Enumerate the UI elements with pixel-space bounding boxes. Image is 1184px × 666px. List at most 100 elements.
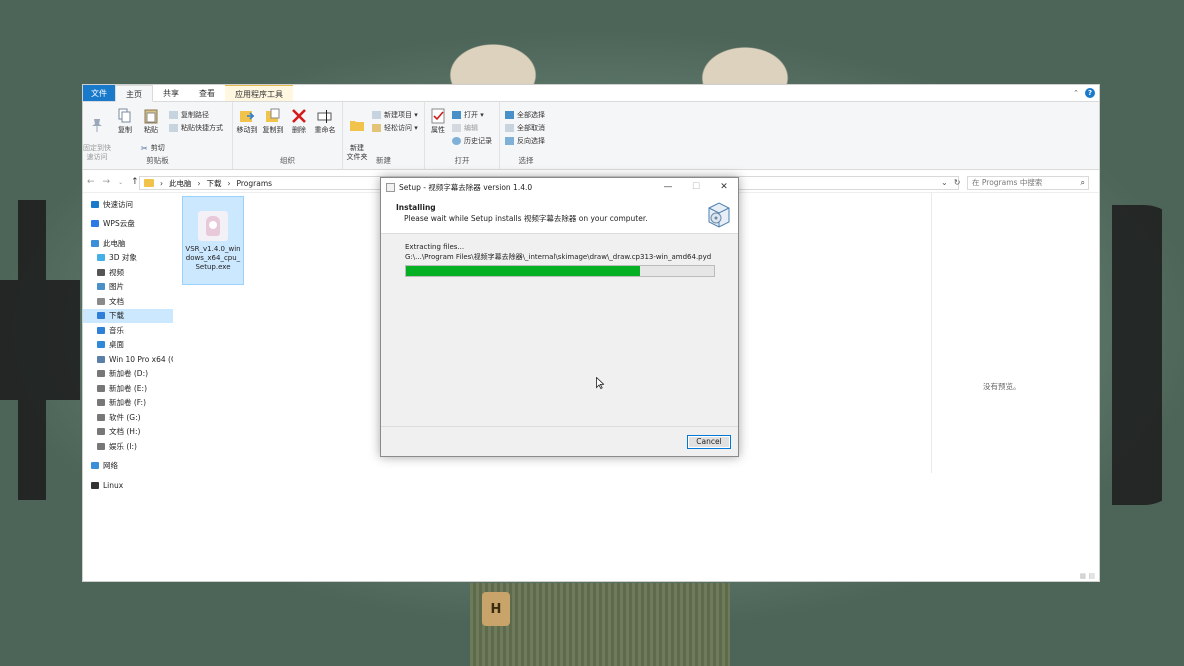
nav-item[interactable]: 新加卷 (F:): [83, 396, 173, 411]
nav-item[interactable]: 网络: [83, 459, 173, 474]
invert-selection-label: 反向选择: [517, 137, 545, 145]
extract-status-label: Extracting files...: [405, 243, 465, 251]
pin-quick-access-button[interactable]: 固定到快 速访问: [83, 108, 111, 162]
breadcrumb-this-pc[interactable]: 此电脑: [169, 178, 192, 189]
tab-view[interactable]: 查看: [189, 85, 225, 101]
file-item-setup-exe[interactable]: VSR_v1.4.0_win dows_x64_cpu_ Setup.exe: [182, 196, 244, 285]
history-button[interactable]: 历史记录: [452, 136, 492, 146]
music-icon: [97, 326, 105, 334]
dialog-title-bar[interactable]: Setup - 视频字幕去除器 version 1.4.0 — ☐ ✕: [381, 178, 738, 197]
nav-item-label: 视频: [109, 267, 124, 277]
collapse-ribbon-icon[interactable]: ⌃: [1073, 89, 1079, 97]
rename-button[interactable]: 重命名: [312, 108, 338, 135]
nav-item[interactable]: 下载: [83, 308, 173, 323]
select-none-button[interactable]: 全部取消: [505, 123, 545, 133]
history-icon: [452, 137, 461, 145]
cancel-button[interactable]: Cancel: [687, 435, 731, 449]
nav-item[interactable]: 快速访问: [83, 197, 173, 212]
tab-file[interactable]: 文件: [83, 85, 115, 101]
paste-button[interactable]: 粘贴: [140, 108, 162, 135]
view-toggle-icon[interactable]: ▦ ▤: [1080, 572, 1095, 580]
new-item-button[interactable]: 新建项目 ▾: [372, 110, 418, 120]
search-input[interactable]: 在 Programs 中搜索 ⌕: [967, 176, 1089, 190]
delete-button[interactable]: 删除: [288, 108, 310, 135]
address-dropdown-icon[interactable]: ⌄: [941, 178, 948, 187]
nav-item[interactable]: 新加卷 (E:): [83, 381, 173, 396]
nav-item[interactable]: 娱乐 (I:): [83, 439, 173, 454]
move-to-button[interactable]: 移动到: [235, 108, 259, 135]
nav-item[interactable]: 3D 对象: [83, 251, 173, 266]
nav-item[interactable]: 视频: [83, 265, 173, 280]
nav-item[interactable]: 文档 (H:): [83, 425, 173, 440]
select-all-button[interactable]: 全部选择: [505, 110, 545, 120]
nav-item-label: 文档 (H:): [109, 427, 141, 437]
open-button[interactable]: 打开 ▾: [452, 110, 484, 120]
forward-arrow-icon[interactable]: →: [103, 177, 111, 189]
drive-icon: [97, 384, 105, 392]
nav-item-label: Linux: [103, 480, 124, 490]
breadcrumb-programs[interactable]: Programs: [237, 179, 273, 188]
properties-button[interactable]: 属性: [427, 108, 449, 135]
select-group-label: 选择: [518, 156, 534, 165]
move-to-icon: [240, 111, 255, 122]
dropdown-chevron-icon[interactable]: ⌄: [118, 177, 123, 189]
ribbon-group-organize: 移动到 复制到 删除 重命名 组织: [233, 102, 343, 169]
nav-item-label: 软件 (G:): [109, 412, 141, 422]
tab-home[interactable]: 主页: [115, 85, 153, 102]
easy-access-button[interactable]: 轻松访问 ▾: [372, 123, 418, 133]
drive-icon: [97, 442, 105, 450]
nav-item[interactable]: Win 10 Pro x64 (C: [83, 352, 173, 367]
edit-label: 编辑: [464, 124, 478, 132]
ribbon: 固定到快 速访问 复制 粘贴 复制路径 粘贴快捷方式 ✂ 剪切 剪贴板 移动到 …: [83, 102, 1099, 170]
copy-to-button[interactable]: 复制到: [261, 108, 285, 135]
paste-shortcut-button[interactable]: 粘贴快捷方式: [169, 123, 223, 133]
nav-item[interactable]: Linux: [83, 478, 173, 493]
close-icon[interactable]: ✕: [710, 178, 738, 197]
refresh-icon[interactable]: ↻: [954, 178, 961, 187]
document-icon: [97, 297, 105, 305]
dialog-header: Installing Please wait while Setup insta…: [381, 197, 738, 234]
copy-button[interactable]: 复制: [114, 108, 136, 135]
nav-item[interactable]: 文档: [83, 294, 173, 309]
nav-item-label: 快速访问: [103, 199, 133, 209]
nav-item[interactable]: 软件 (G:): [83, 410, 173, 425]
nav-item[interactable]: 桌面: [83, 338, 173, 353]
nav-item[interactable]: 图片: [83, 280, 173, 295]
nav-item[interactable]: 此电脑: [83, 236, 173, 251]
nav-item[interactable]: WPS云盘: [83, 217, 173, 232]
nav-item-label: 新加卷 (D:): [109, 369, 149, 379]
tab-app-tools[interactable]: 应用程序工具: [225, 85, 293, 101]
ribbon-group-select: 全部选择 全部取消 反向选择 选择: [500, 102, 552, 169]
cut-button[interactable]: ✂ 剪切: [141, 143, 165, 153]
up-arrow-icon[interactable]: ↑: [131, 177, 139, 189]
new-folder-button[interactable]: 新建 文件夹: [345, 108, 369, 162]
tab-share[interactable]: 共享: [153, 85, 189, 101]
network-icon: [91, 462, 99, 470]
nav-item[interactable]: 音乐: [83, 323, 173, 338]
nav-item[interactable]: 新加卷 (D:): [83, 367, 173, 382]
easy-access-icon: [372, 124, 381, 132]
edit-button[interactable]: 编辑: [452, 123, 478, 133]
invert-selection-button[interactable]: 反向选择: [505, 136, 545, 146]
help-icon[interactable]: ?: [1085, 88, 1095, 98]
file-name-line: VSR_v1.4.0_win: [185, 245, 241, 253]
video-icon: [97, 268, 105, 276]
breadcrumb-downloads[interactable]: 下载: [207, 178, 222, 189]
nav-item-label: 文档: [109, 296, 124, 306]
drive-icon: [97, 399, 105, 407]
installing-subheading: Please wait while Setup installs 视频字幕去除器…: [404, 214, 648, 223]
delete-x-icon: [292, 109, 306, 123]
open-label: 打开 ▾: [464, 111, 484, 119]
paste-shortcut-icon: [169, 124, 178, 132]
move-to-label: 移动到: [236, 126, 258, 134]
back-arrow-icon[interactable]: ←: [87, 177, 95, 189]
ribbon-group-clipboard: 固定到快 速访问 复制 粘贴 复制路径 粘贴快捷方式 ✂ 剪切 剪贴板: [83, 102, 233, 169]
invert-selection-icon: [505, 137, 514, 145]
preview-divider: [931, 193, 932, 473]
minimize-icon[interactable]: —: [654, 178, 682, 197]
cut-label: 剪切: [150, 144, 165, 152]
ribbon-group-new: 新建 文件夹 新建项目 ▾ 轻松访问 ▾ 新建: [343, 102, 425, 169]
nav-item-label: 3D 对象: [109, 253, 137, 263]
paste-shortcut-label: 粘贴快捷方式: [181, 124, 223, 132]
copy-path-button[interactable]: 复制路径: [169, 110, 209, 120]
